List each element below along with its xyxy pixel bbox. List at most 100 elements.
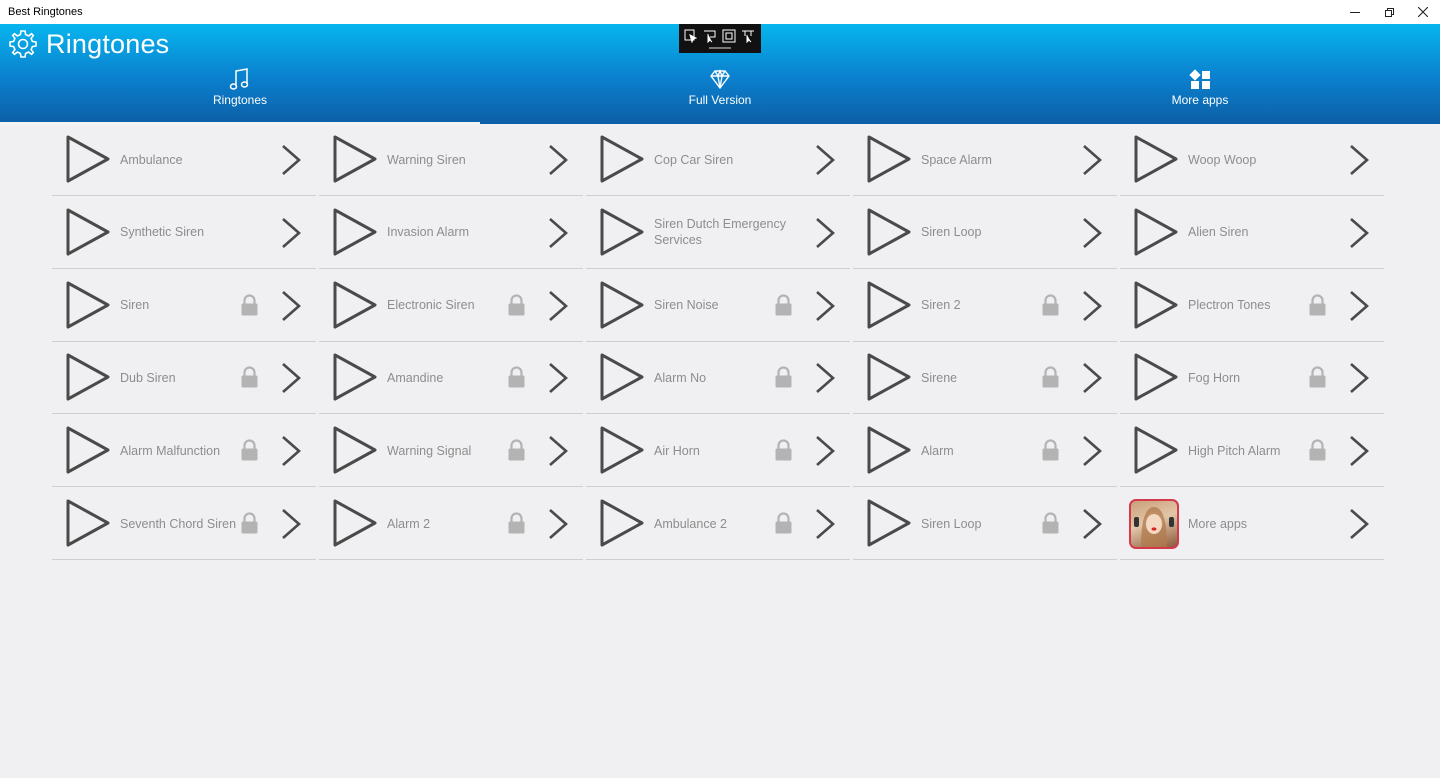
ringtone-item[interactable]: Plectron Tones — [1120, 270, 1384, 342]
chevron-right-icon[interactable] — [1080, 361, 1104, 395]
play-icon[interactable] — [866, 425, 912, 475]
play-icon[interactable] — [599, 352, 645, 402]
chevron-right-icon[interactable] — [813, 434, 837, 468]
ringtone-item[interactable]: Alarm — [853, 415, 1117, 488]
ringtone-item[interactable]: Air Horn — [586, 415, 850, 488]
ringtone-item[interactable]: Invasion Alarm — [319, 197, 583, 269]
play-icon[interactable] — [1133, 425, 1179, 475]
play-icon[interactable] — [1133, 207, 1179, 257]
ringtone-item[interactable]: Synthetic Siren — [52, 197, 316, 269]
restore-button[interactable] — [1372, 0, 1406, 24]
play-icon[interactable] — [332, 134, 378, 184]
chevron-right-icon[interactable] — [813, 216, 837, 250]
ringtone-item[interactable]: Ambulance — [52, 124, 316, 196]
play-icon[interactable] — [599, 134, 645, 184]
chevron-right-icon[interactable] — [546, 507, 570, 541]
ringtone-item[interactable]: Fog Horn — [1120, 342, 1384, 415]
play-icon[interactable] — [332, 425, 378, 475]
tab-full-version[interactable]: Full Version — [480, 66, 960, 124]
play-icon[interactable] — [65, 498, 111, 548]
play-icon[interactable] — [65, 134, 111, 184]
ringtone-item[interactable]: Dub Siren — [52, 342, 316, 415]
chevron-right-icon[interactable] — [546, 143, 570, 177]
ringtone-item[interactable]: Siren 2 — [853, 270, 1117, 342]
ringtone-item[interactable]: Siren Dutch Emergency Services — [586, 197, 850, 269]
chevron-right-icon[interactable] — [279, 507, 303, 541]
ringtone-item[interactable]: Alarm 2 — [319, 488, 583, 560]
play-icon[interactable] — [866, 280, 912, 330]
ringtone-item[interactable]: Amandine — [319, 342, 583, 415]
ringtone-item[interactable]: Alarm No — [586, 342, 850, 415]
chevron-right-icon[interactable] — [546, 434, 570, 468]
chevron-right-icon[interactable] — [1080, 289, 1104, 323]
chevron-right-icon[interactable] — [1347, 507, 1371, 541]
chevron-right-icon[interactable] — [1347, 289, 1371, 323]
track-focus-icon[interactable] — [741, 29, 755, 43]
play-icon[interactable] — [866, 207, 912, 257]
chevron-right-icon[interactable] — [279, 289, 303, 323]
app-thumbnail[interactable] — [1129, 499, 1179, 549]
chevron-right-icon[interactable] — [546, 361, 570, 395]
ringtone-item[interactable]: Siren — [52, 270, 316, 342]
ringtone-item[interactable]: Siren Noise — [586, 270, 850, 342]
ringtone-item[interactable]: Seventh Chord Siren — [52, 488, 316, 560]
play-icon[interactable] — [1133, 352, 1179, 402]
chevron-right-icon[interactable] — [1080, 216, 1104, 250]
chevron-right-icon[interactable] — [546, 216, 570, 250]
play-icon[interactable] — [599, 498, 645, 548]
play-icon[interactable] — [332, 280, 378, 330]
chevron-right-icon[interactable] — [279, 216, 303, 250]
ringtone-item[interactable]: Cop Car Siren — [586, 124, 850, 196]
play-icon[interactable] — [599, 280, 645, 330]
play-icon[interactable] — [866, 498, 912, 548]
pointer-select-icon[interactable] — [703, 29, 717, 43]
chevron-right-icon[interactable] — [813, 507, 837, 541]
play-icon[interactable] — [332, 498, 378, 548]
chevron-right-icon[interactable] — [1347, 361, 1371, 395]
close-button[interactable] — [1406, 0, 1440, 24]
chevron-right-icon[interactable] — [813, 289, 837, 323]
play-icon[interactable] — [1133, 134, 1179, 184]
settings-button[interactable] — [8, 29, 38, 59]
ringtone-item[interactable]: Space Alarm — [853, 124, 1117, 196]
chevron-right-icon[interactable] — [1080, 507, 1104, 541]
ringtone-item[interactable]: Siren Loop — [853, 197, 1117, 269]
chevron-right-icon[interactable] — [1347, 216, 1371, 250]
ringtone-item[interactable]: Alarm Malfunction — [52, 415, 316, 488]
layout-bounds-icon[interactable] — [722, 29, 736, 43]
play-icon[interactable] — [599, 425, 645, 475]
ringtone-item[interactable]: Warning Signal — [319, 415, 583, 488]
chevron-right-icon[interactable] — [279, 143, 303, 177]
play-icon[interactable] — [866, 134, 912, 184]
ringtone-item[interactable]: High Pitch Alarm — [1120, 415, 1384, 488]
chevron-right-icon[interactable] — [1347, 143, 1371, 177]
play-icon[interactable] — [599, 207, 645, 257]
ringtone-item[interactable]: Sirene — [853, 342, 1117, 415]
toolbar-grip[interactable] — [709, 47, 731, 49]
ringtone-item[interactable]: Alien Siren — [1120, 197, 1384, 269]
play-icon[interactable] — [65, 207, 111, 257]
play-icon[interactable] — [65, 352, 111, 402]
chevron-right-icon[interactable] — [813, 143, 837, 177]
chevron-right-icon[interactable] — [1080, 143, 1104, 177]
ringtone-item[interactable]: Woop Woop — [1120, 124, 1384, 196]
chevron-right-icon[interactable] — [279, 434, 303, 468]
play-icon[interactable] — [1133, 280, 1179, 330]
chevron-right-icon[interactable] — [546, 289, 570, 323]
play-icon[interactable] — [65, 280, 111, 330]
play-icon[interactable] — [332, 207, 378, 257]
play-icon[interactable] — [866, 352, 912, 402]
tab-ringtones[interactable]: Ringtones — [0, 66, 480, 126]
ringtone-item[interactable]: Warning Siren — [319, 124, 583, 196]
more-apps-item[interactable]: More apps — [1120, 488, 1384, 560]
chevron-right-icon[interactable] — [279, 361, 303, 395]
chevron-right-icon[interactable] — [1080, 434, 1104, 468]
minimize-button[interactable] — [1338, 0, 1372, 24]
select-element-icon[interactable] — [684, 29, 698, 43]
chevron-right-icon[interactable] — [1347, 434, 1371, 468]
ringtone-item[interactable]: Ambulance 2 — [586, 488, 850, 560]
tab-more-apps[interactable]: More apps — [960, 66, 1440, 124]
ringtone-item[interactable]: Siren Loop — [853, 488, 1117, 560]
chevron-right-icon[interactable] — [813, 361, 837, 395]
ringtone-item[interactable]: Electronic Siren — [319, 270, 583, 342]
